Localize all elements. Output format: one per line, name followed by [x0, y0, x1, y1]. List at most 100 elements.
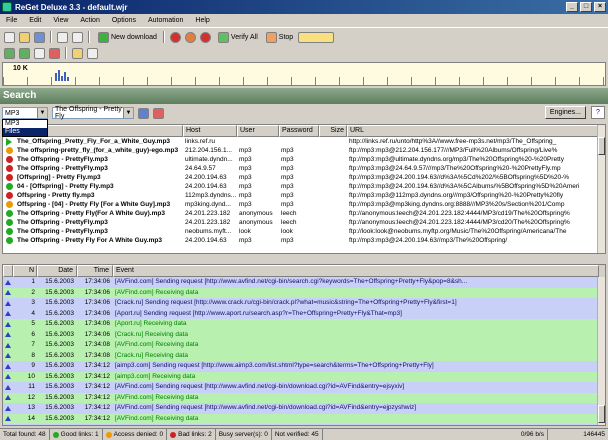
table-row[interactable]: [Offspring] - Pretty Fly.mp3 24.200.194.6…: [3, 173, 605, 182]
search-go-icon[interactable]: [138, 107, 149, 119]
new-download-button[interactable]: New download: [96, 31, 157, 43]
results-scrollbar[interactable]: [597, 125, 605, 253]
chevron-down-icon[interactable]: ▼: [123, 108, 133, 118]
dropdown-option-files[interactable]: Files: [3, 128, 47, 136]
menu-options[interactable]: Options: [106, 17, 142, 24]
clear-search-icon[interactable]: [153, 107, 164, 119]
open-icon[interactable]: [19, 31, 30, 43]
stop-button[interactable]: Stop: [264, 31, 293, 43]
table-row[interactable]: The Offspring - PrettyFly.mp3 24.64.9.57 m…: [3, 164, 605, 173]
log-event-cell: [AVFind.com] Sending request [http://www…: [115, 404, 417, 411]
menu-action[interactable]: Action: [74, 17, 105, 24]
table-row[interactable]: The Offspring - PrettyFly.mp3 neobums.myf…: [3, 227, 605, 236]
table-row[interactable]: Offspring - [04] - Pretty Fly [For a Whi…: [3, 200, 605, 209]
log-row[interactable]: 12 15.6.2003 17:34:12 [AVFind.com] Receivin…: [3, 392, 605, 403]
search-icon[interactable]: [87, 47, 98, 59]
url-cell: ftp://mp3:mp3@ultimate.dyndns.org/mp3/Th…: [349, 156, 564, 163]
table-row[interactable]: Offspring - Pretty fly.mp3 112mp3.dyndns.…: [3, 191, 605, 200]
good-link-icon: [5, 210, 13, 217]
menu-edit[interactable]: Edit: [23, 17, 47, 24]
table-row[interactable]: 04 - [Offspring] - Pretty Fly.mp3 24.200.…: [3, 182, 605, 191]
log-n-column-header[interactable]: N: [13, 265, 37, 277]
password-column-header[interactable]: Password: [279, 125, 319, 137]
status-icon: [3, 209, 15, 218]
delete-icon[interactable]: [49, 47, 60, 59]
status-bar: Total found: 48 Good links: 1 Access den…: [0, 428, 608, 440]
table-row[interactable]: The Offspring - Pretty Fly For A White G…: [3, 236, 605, 245]
log-row[interactable]: 7 15.6.2003 17:34:08 [AVFind.com] Receiving…: [3, 340, 605, 351]
log-time-cell: 17:34:06: [84, 309, 110, 317]
user-column-header[interactable]: User: [237, 125, 279, 137]
log-scrollbar[interactable]: [597, 277, 605, 425]
table-row[interactable]: The Offspring - PrettyFly.mp3 ultimate.dy…: [3, 155, 605, 164]
panel-splitter[interactable]: [0, 256, 608, 262]
search-type-select[interactable]: MP3 ▼: [2, 107, 48, 119]
table-row[interactable]: The Offspring - Pretty Fly(For A White G…: [3, 209, 605, 218]
log-date-cell: 15.6.2003: [45, 362, 74, 369]
log-row[interactable]: 2 15.6.2003 17:34:06 [AVFind.com] Receiving…: [3, 287, 605, 298]
log-date-column-header[interactable]: Date: [37, 265, 77, 277]
menu-file[interactable]: File: [0, 17, 23, 24]
size-column-header[interactable]: Size: [319, 125, 347, 137]
status-icon: [3, 164, 15, 173]
app-icon: [2, 2, 12, 12]
log-icon-cell: [3, 319, 13, 330]
table-row[interactable]: The offspring-pretty_fly_(for_a_white_gu…: [3, 146, 605, 155]
log-time-column-header[interactable]: Time: [77, 265, 113, 277]
url-column-header[interactable]: URL: [347, 125, 603, 137]
scrollbar-thumb[interactable]: [598, 405, 605, 423]
cut-icon[interactable]: [57, 31, 68, 43]
log-icon-column-header[interactable]: [3, 265, 13, 277]
save-icon[interactable]: [34, 31, 45, 43]
log-row[interactable]: 11 15.6.2003 17:34:12 [AVFind.com] Sending …: [3, 382, 605, 393]
minimize-button[interactable]: _: [566, 2, 578, 12]
menu-view[interactable]: View: [47, 17, 74, 24]
table-row[interactable]: The_Offspring_Pretty_Fly_For_a_White_Guy…: [3, 137, 605, 146]
log-date-cell: 15.6.2003: [45, 383, 74, 390]
filter-down-icon[interactable]: [19, 47, 30, 59]
table-row[interactable]: The Offspring - PrettyFly.mp3 24.201.223.…: [3, 218, 605, 227]
log-row[interactable]: 8 15.6.2003 17:34:08 [Crack.ru] Receiving d…: [3, 350, 605, 361]
size-cell: [319, 137, 347, 146]
folder-icon[interactable]: [72, 47, 83, 59]
log-row[interactable]: 5 15.6.2003 17:34:06 [Aport.ru] Receiving d…: [3, 319, 605, 330]
scrollbar-thumb[interactable]: [598, 137, 605, 155]
log-date-cell: 15.6.2003: [45, 414, 74, 422]
highlighter-icon[interactable]: [298, 31, 335, 43]
verify-all-button[interactable]: Verify All: [216, 31, 258, 43]
host-column-header[interactable]: Host: [183, 125, 237, 137]
maximize-button[interactable]: □: [580, 2, 592, 12]
dropdown-option-mp3[interactable]: MP3: [3, 120, 47, 128]
schedule-icon[interactable]: [184, 31, 196, 43]
menu-help[interactable]: Help: [189, 17, 215, 24]
record-icon[interactable]: [169, 31, 181, 43]
log-event-cell: [AVFind.com] Sending request [http://www…: [115, 278, 468, 285]
engines-button[interactable]: Engines...: [544, 106, 586, 119]
log-row[interactable]: 10 15.6.2003 17:34:12 [aimp3.com] Receiving…: [3, 371, 605, 382]
log-row[interactable]: 14 15.6.2003 17:34:12 [AVFind.com] Receivin…: [3, 413, 605, 424]
log-time-cell: 17:34:12: [84, 414, 110, 422]
pause-icon[interactable]: [199, 31, 211, 43]
search-query-input[interactable]: The Offspring - Pretty Fly ▼: [52, 106, 134, 120]
copy-icon[interactable]: [72, 31, 83, 43]
new-file-icon[interactable]: [4, 31, 15, 43]
filter-icon[interactable]: [4, 47, 15, 59]
log-event-cell: [aimp3.com] Receiving data: [115, 372, 196, 380]
close-button[interactable]: ×: [594, 2, 606, 12]
properties-icon[interactable]: [34, 47, 45, 59]
log-row[interactable]: 13 15.6.2003 17:34:12 [AVFind.com] Sending …: [3, 403, 605, 414]
log-row[interactable]: 3 15.6.2003 17:34:06 [Crack.ru] Sending req…: [3, 298, 605, 309]
log-row[interactable]: 1515.6.200317:34:12[AVFind.com] Sending …: [3, 424, 605, 425]
log-date-cell: 15.6.2003: [45, 299, 74, 306]
log-event-column-header[interactable]: Event: [113, 265, 599, 277]
chevron-down-icon[interactable]: ▼: [37, 108, 47, 118]
help-icon[interactable]: ?: [591, 106, 605, 119]
log-row[interactable]: 6 15.6.2003 17:34:06 [Crack.ru] Receiving d…: [3, 329, 605, 340]
play-icon: [6, 137, 12, 146]
menu-automation[interactable]: Automation: [142, 17, 189, 24]
log-row[interactable]: 9 15.6.2003 17:34:12 [aimp3.com] Sending re…: [3, 361, 605, 372]
log-row[interactable]: 1 15.6.2003 17:34:06 [AVFind.com] Sending r…: [3, 277, 605, 288]
log-time-cell: 17:34:08: [84, 341, 110, 348]
host-cell: mp3king.dynd...: [185, 201, 231, 208]
log-row[interactable]: 4 15.6.2003 17:34:06 [Aport.ru] Sending req…: [3, 308, 605, 319]
